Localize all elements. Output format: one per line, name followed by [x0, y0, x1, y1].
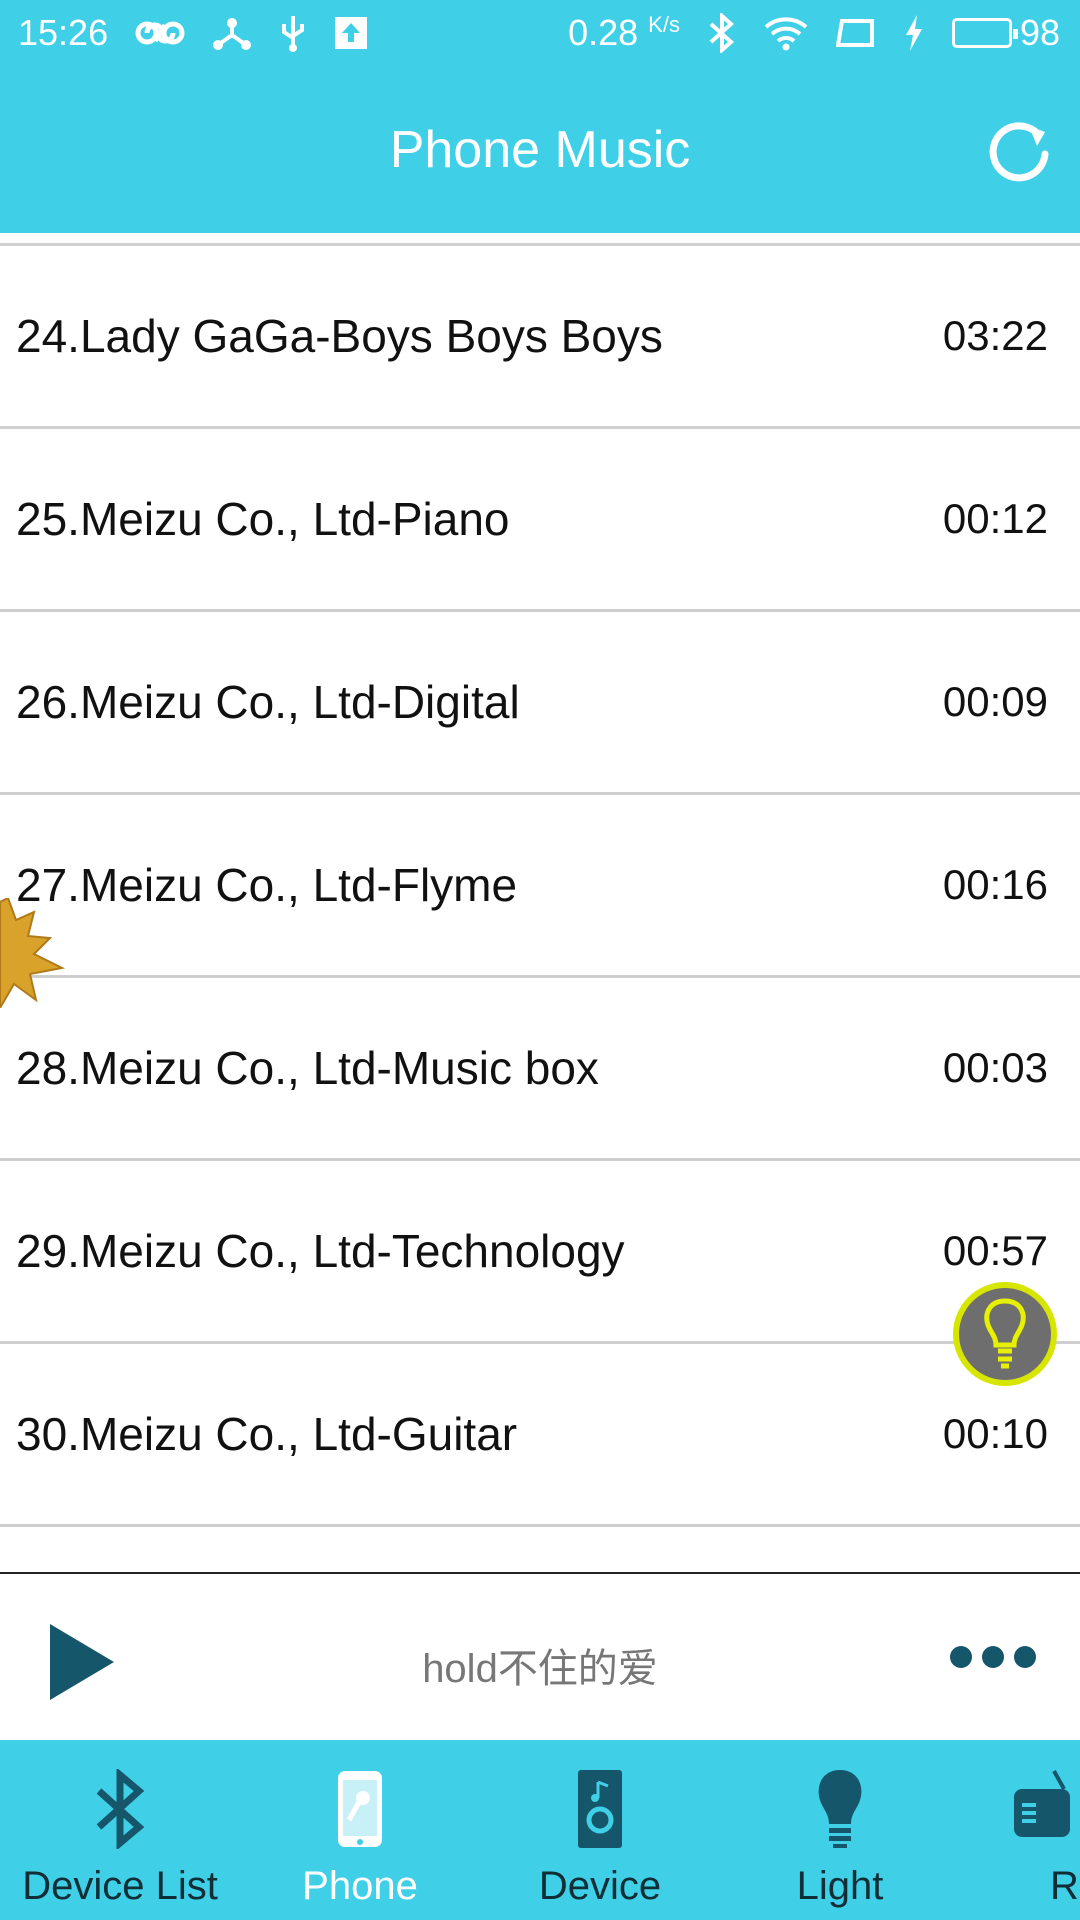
song-title: 27.Meizu Co., Ltd-Flyme: [16, 859, 518, 911]
usb-icon: [278, 14, 308, 52]
bottom-nav: Device List Phone Device Light Ra: [0, 1740, 1080, 1920]
infinity-icon: [134, 18, 186, 48]
refresh-icon[interactable]: [985, 118, 1055, 188]
song-title: 26.Meizu Co., Ltd-Digital: [16, 676, 520, 728]
song-list[interactable]: 24.Lady GaGa-Boys Boys Boys 03:22 25.Mei…: [0, 233, 1080, 1573]
song-duration: 00:03: [942, 1044, 1048, 1091]
wifi-icon: [764, 15, 808, 51]
now-playing-title: hold不住的爱: [422, 1647, 658, 1691]
nav-label: Ra: [1050, 1864, 1080, 1908]
song-row[interactable]: 29.Meizu Co., Ltd-Technology 00:57: [0, 1161, 1080, 1344]
network-speed: 0.28 K/s: [568, 12, 680, 53]
radio-icon: [995, 1764, 1080, 1854]
song-duration: 00:10: [942, 1410, 1048, 1457]
nav-label: Device List: [22, 1864, 218, 1908]
nav-item-device[interactable]: Device: [480, 1740, 720, 1920]
nav-label: Phone: [302, 1864, 418, 1908]
song-row[interactable]: 25.Meizu Co., Ltd-Piano 00:12: [0, 429, 1080, 612]
more-options-icon[interactable]: [950, 1646, 1036, 1668]
app-header: Phone Music: [0, 66, 1080, 233]
speaker-icon: [555, 1764, 645, 1854]
battery-percent: 98: [1019, 12, 1060, 53]
charging-icon: [904, 15, 924, 51]
bluetooth-icon: [75, 1764, 165, 1854]
bulb-icon: [795, 1764, 885, 1854]
song-duration: 00:09: [942, 678, 1048, 725]
nav-item-phone[interactable]: Phone: [240, 1740, 480, 1920]
song-title: 24.Lady GaGa-Boys Boys Boys: [16, 310, 663, 362]
status-bar: 15:26 0.28 K/s 98: [0, 0, 1080, 66]
maple-leaf-icon: [0, 898, 66, 1008]
song-duration: 03:22: [942, 312, 1048, 359]
song-duration: 00:57: [942, 1227, 1048, 1274]
phone-mic-icon: [315, 1764, 405, 1854]
nav-label: Light: [796, 1864, 884, 1908]
battery-indicator: 98: [951, 12, 1060, 54]
song-duration: 00:16: [942, 861, 1048, 908]
song-row[interactable]: 26.Meizu Co., Ltd-Digital 00:09: [0, 612, 1080, 795]
upload-icon: [334, 16, 368, 50]
song-duration: 00:12: [942, 495, 1048, 542]
top-area: 15:26 0.28 K/s 98 Phone Music: [0, 0, 1080, 233]
light-bulb-fab-icon[interactable]: [950, 1279, 1060, 1389]
nav-item-device-list[interactable]: Device List: [0, 1740, 240, 1920]
song-row[interactable]: 28.Meizu Co., Ltd-Music box 00:03: [0, 978, 1080, 1161]
page-title: Phone Music: [389, 121, 691, 179]
status-time: 15:26: [18, 12, 109, 53]
song-row[interactable]: 27.Meizu Co., Ltd-Flyme 00:16: [0, 795, 1080, 978]
share-nodes-icon: [212, 15, 252, 51]
song-title: 29.Meizu Co., Ltd-Technology: [16, 1225, 625, 1277]
nav-item-light[interactable]: Light: [720, 1740, 960, 1920]
nav-label: Device: [538, 1864, 662, 1908]
nav-item-radio[interactable]: Ra: [960, 1740, 1080, 1920]
song-title: 25.Meizu Co., Ltd-Piano: [16, 493, 510, 545]
bluetooth-status-icon: [708, 13, 736, 53]
player-bar: hold不住的爱: [0, 1572, 1080, 1740]
song-title: 30.Meizu Co., Ltd-Guitar: [16, 1408, 518, 1460]
song-row[interactable]: 24.Lady GaGa-Boys Boys Boys 03:22: [0, 246, 1080, 429]
screen-cast-icon: [835, 17, 876, 49]
song-title: 28.Meizu Co., Ltd-Music box: [16, 1042, 599, 1094]
song-row[interactable]: 30.Meizu Co., Ltd-Guitar 00:10: [0, 1344, 1080, 1527]
